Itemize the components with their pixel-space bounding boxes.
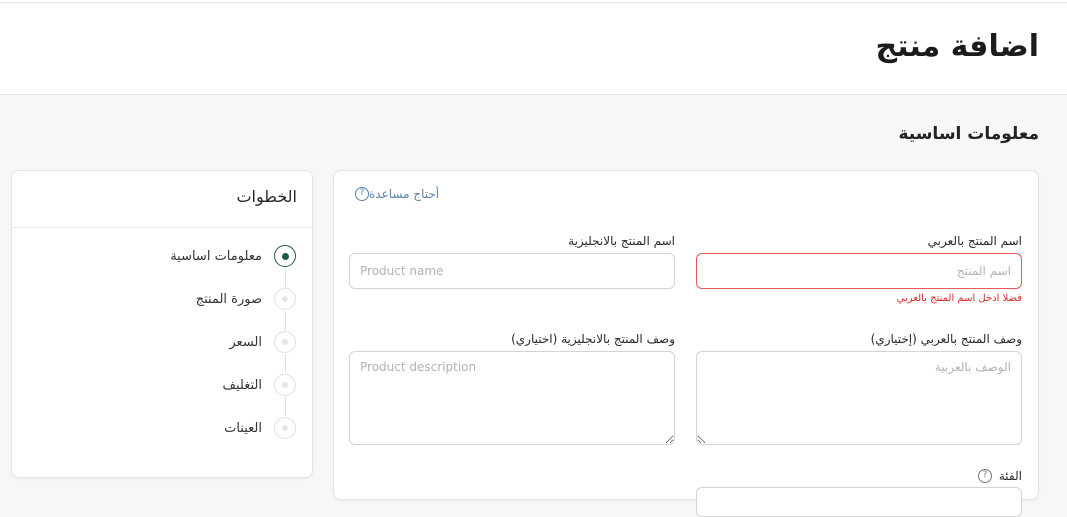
steps-divider	[12, 227, 312, 228]
section-title: معلومات اساسية	[898, 124, 1039, 144]
question-circle-icon[interactable]: ?	[978, 469, 992, 483]
need-help-link[interactable]: أحتاج مساعدة ?	[350, 187, 439, 201]
step-label: صورة المنتج	[195, 291, 262, 307]
steps-card: الخطوات معلومات اساسية صورة المنتج السعر…	[11, 170, 313, 478]
step-indicator-icon	[274, 374, 296, 396]
step-product-image[interactable]: صورة المنتج	[46, 287, 296, 311]
desc-ar-label: وصف المنتج بالعربي (إختياري)	[870, 332, 1022, 346]
category-select[interactable]	[696, 487, 1022, 517]
step-indicator-icon	[274, 288, 296, 310]
name-ar-input[interactable]	[696, 253, 1022, 289]
name-ar-label: اسم المنتج بالعربي	[927, 234, 1022, 248]
basic-info-form: أحتاج مساعدة ? اسم المنتج بالعربي فضلا ا…	[333, 170, 1039, 517]
step-label: معلومات اساسية	[170, 248, 262, 264]
name-en-label: اسم المنتج بالانجليزية	[568, 234, 675, 248]
desc-ar-textarea[interactable]	[696, 351, 1022, 445]
step-samples[interactable]: العينات	[46, 416, 296, 440]
desc-en-label: وصف المنتج بالانجليزية (اختياري)	[511, 332, 675, 346]
page-header: اضافة منتج	[0, 3, 1067, 95]
steps-title: الخطوات	[236, 187, 297, 206]
step-connector	[284, 311, 286, 330]
step-active-indicator-icon	[274, 245, 296, 267]
question-circle-icon: ?	[355, 187, 369, 201]
step-label: التغليف	[222, 377, 262, 393]
need-help-label: أحتاج مساعدة	[369, 187, 440, 201]
name-ar-error: فضلا ادخل اسم المنتج بالعربي	[896, 293, 1022, 304]
page-title: اضافة منتج	[875, 29, 1039, 64]
category-label: الفئة	[998, 469, 1022, 483]
step-indicator-icon	[274, 417, 296, 439]
desc-en-textarea[interactable]	[349, 351, 675, 445]
step-connector	[284, 354, 286, 373]
step-packaging[interactable]: التغليف	[46, 373, 296, 397]
step-basic-info[interactable]: معلومات اساسية	[46, 244, 296, 268]
step-connector	[284, 397, 286, 416]
step-label: العينات	[224, 420, 262, 436]
step-label: السعر	[229, 334, 262, 350]
step-connector	[284, 268, 286, 287]
step-price[interactable]: السعر	[46, 330, 296, 354]
step-indicator-icon	[274, 331, 296, 353]
name-en-input[interactable]	[349, 253, 675, 289]
